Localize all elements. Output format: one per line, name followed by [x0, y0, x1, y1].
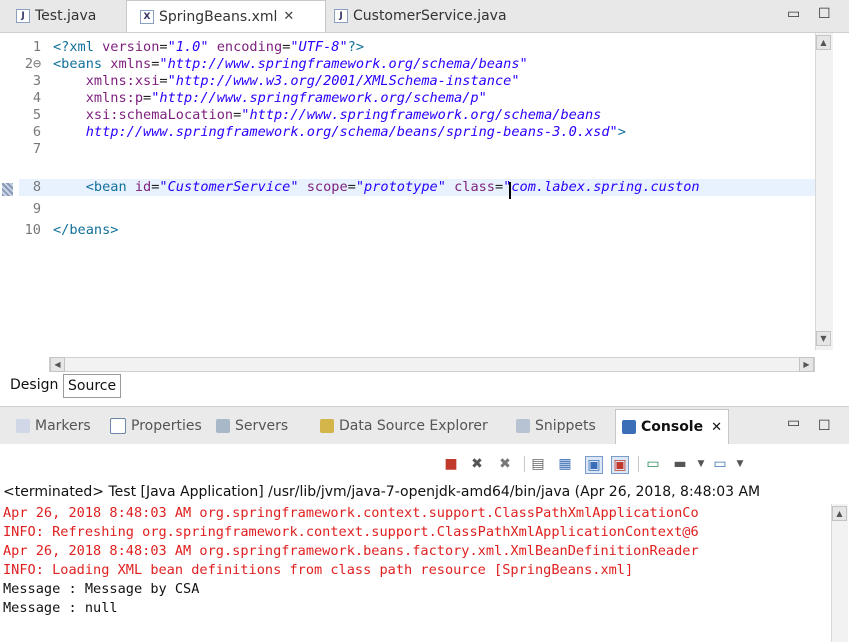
- chevron-down-icon[interactable]: ▼: [732, 456, 748, 472]
- display-console-icon[interactable]: ▬: [672, 456, 688, 472]
- tab-snippets[interactable]: Snippets: [516, 418, 596, 434]
- console-status-line: <terminated> Test [Java Application] /us…: [3, 484, 761, 500]
- console-icon: [622, 420, 636, 434]
- console-line: INFO: Refreshing org.springframework.con…: [3, 524, 699, 540]
- code-line: 5 xsi:schemaLocation="http://www.springf…: [32, 107, 602, 123]
- minimize-icon[interactable]: ▭: [787, 6, 800, 22]
- console-output[interactable]: Apr 26, 2018 8:48:03 AM org.springframew…: [3, 504, 829, 642]
- fold-icon: ⊖: [33, 56, 42, 72]
- terminate-icon[interactable]: ■: [443, 456, 459, 472]
- code-line: 1 <?xml version="1.0" encoding="UTF-8"?>: [32, 39, 365, 55]
- console-toolbar: ■ ✖ ✖ ▤ ▦ ▣ ▣ ▭ ▬ ▼ ▭ ▼: [0, 444, 849, 482]
- code-line-current: 8 <bean id="CustomerService" scope="prot…: [19, 179, 815, 196]
- close-icon[interactable]: ✕: [711, 420, 722, 435]
- console-line: Apr 26, 2018 8:48:03 AM org.springframew…: [3, 543, 699, 559]
- change-marker-icon: [2, 183, 13, 196]
- tab-data-source-explorer[interactable]: Data Source Explorer: [320, 418, 488, 434]
- tab-markers[interactable]: Markers: [16, 418, 91, 434]
- tab-label: SpringBeans.xml: [159, 8, 278, 25]
- properties-icon: [110, 418, 126, 434]
- panel-tab-bar: Markers Properties Servers Data Source E…: [0, 406, 849, 445]
- open-console-icon[interactable]: ▭: [712, 456, 728, 472]
- console-line: Message : null: [3, 600, 118, 616]
- java-file-icon: J: [334, 9, 348, 23]
- editor-mode-tabs: Design Source: [0, 373, 849, 398]
- markers-icon: [16, 419, 30, 433]
- console-line: Apr 26, 2018 8:48:03 AM org.springframew…: [3, 505, 699, 521]
- tab-springbeans-xml[interactable]: X SpringBeans.xml ✕: [126, 0, 326, 32]
- tab-servers[interactable]: Servers: [216, 418, 288, 434]
- remove-launch-icon[interactable]: ✖: [469, 456, 485, 472]
- scroll-lock-icon[interactable]: ▦: [557, 456, 573, 472]
- code-line: 6 http://www.springframework.org/schema/…: [32, 124, 626, 140]
- maximize-icon[interactable]: ☐: [818, 6, 831, 22]
- scroll-up-icon[interactable]: ▲: [816, 35, 831, 50]
- tab-console[interactable]: Console ✕: [615, 409, 730, 444]
- code-line: 2⊖ <beans xmlns="http://www.springframewo…: [24, 56, 528, 72]
- editor-gutter: [0, 33, 18, 423]
- tab-label: Test.java: [35, 8, 97, 24]
- toolbar-separator: [524, 456, 525, 472]
- console-vertical-scrollbar[interactable]: ▲: [831, 504, 848, 642]
- editor-horizontal-scrollbar[interactable]: ◀ ▶: [49, 357, 815, 372]
- scroll-up-icon[interactable]: ▲: [832, 506, 847, 521]
- code-line: 4 xmlns:p="http://www.springframework.or…: [32, 90, 487, 106]
- chevron-down-icon[interactable]: ▼: [693, 456, 709, 472]
- code-line: 9: [32, 201, 41, 217]
- tab-customerservice-java[interactable]: J CustomerService.java: [334, 0, 507, 32]
- code-line: 7: [32, 141, 41, 157]
- tab-source[interactable]: Source: [63, 374, 122, 398]
- scroll-right-icon[interactable]: ▶: [799, 357, 814, 372]
- show-on-stderr-icon[interactable]: ▣: [611, 456, 629, 474]
- snippets-icon: [516, 419, 530, 433]
- tab-label: CustomerService.java: [353, 8, 507, 24]
- tab-design[interactable]: Design: [6, 374, 62, 396]
- text-cursor: [509, 182, 511, 199]
- console-line: INFO: Loading XML bean definitions from …: [3, 562, 634, 578]
- editor-tab-bar: J Test.java X SpringBeans.xml ✕ J Custom…: [0, 0, 849, 33]
- data-source-icon: [320, 419, 334, 433]
- tab-properties[interactable]: Properties: [110, 418, 202, 434]
- scroll-left-icon[interactable]: ◀: [50, 357, 65, 372]
- scroll-down-icon[interactable]: ▼: [816, 331, 831, 346]
- servers-icon: [216, 419, 230, 433]
- editor-vertical-scrollbar[interactable]: ▲ ▼: [815, 33, 833, 350]
- toolbar-separator: [638, 456, 639, 472]
- minimize-icon[interactable]: ▭: [787, 415, 800, 431]
- code-line: 10 </beans>: [24, 222, 119, 238]
- pin-console-icon[interactable]: ▭: [645, 456, 661, 472]
- tab-test-java[interactable]: J Test.java: [16, 0, 96, 32]
- xml-file-icon: X: [140, 9, 154, 24]
- code-line: 3 xmlns:xsi="http://www.w3.org/2001/XMLS…: [32, 73, 520, 89]
- show-on-stdout-icon[interactable]: ▣: [585, 456, 603, 474]
- console-line: Message : Message by CSA: [3, 581, 200, 597]
- xml-editor[interactable]: 1 <?xml version="1.0" encoding="UTF-8"?> …: [19, 33, 815, 350]
- clear-console-icon[interactable]: ▤: [530, 456, 546, 472]
- close-icon[interactable]: ✕: [283, 9, 294, 24]
- remove-all-launches-icon[interactable]: ✖: [497, 456, 513, 472]
- maximize-icon[interactable]: ☐: [818, 418, 831, 434]
- java-file-icon: J: [16, 9, 30, 23]
